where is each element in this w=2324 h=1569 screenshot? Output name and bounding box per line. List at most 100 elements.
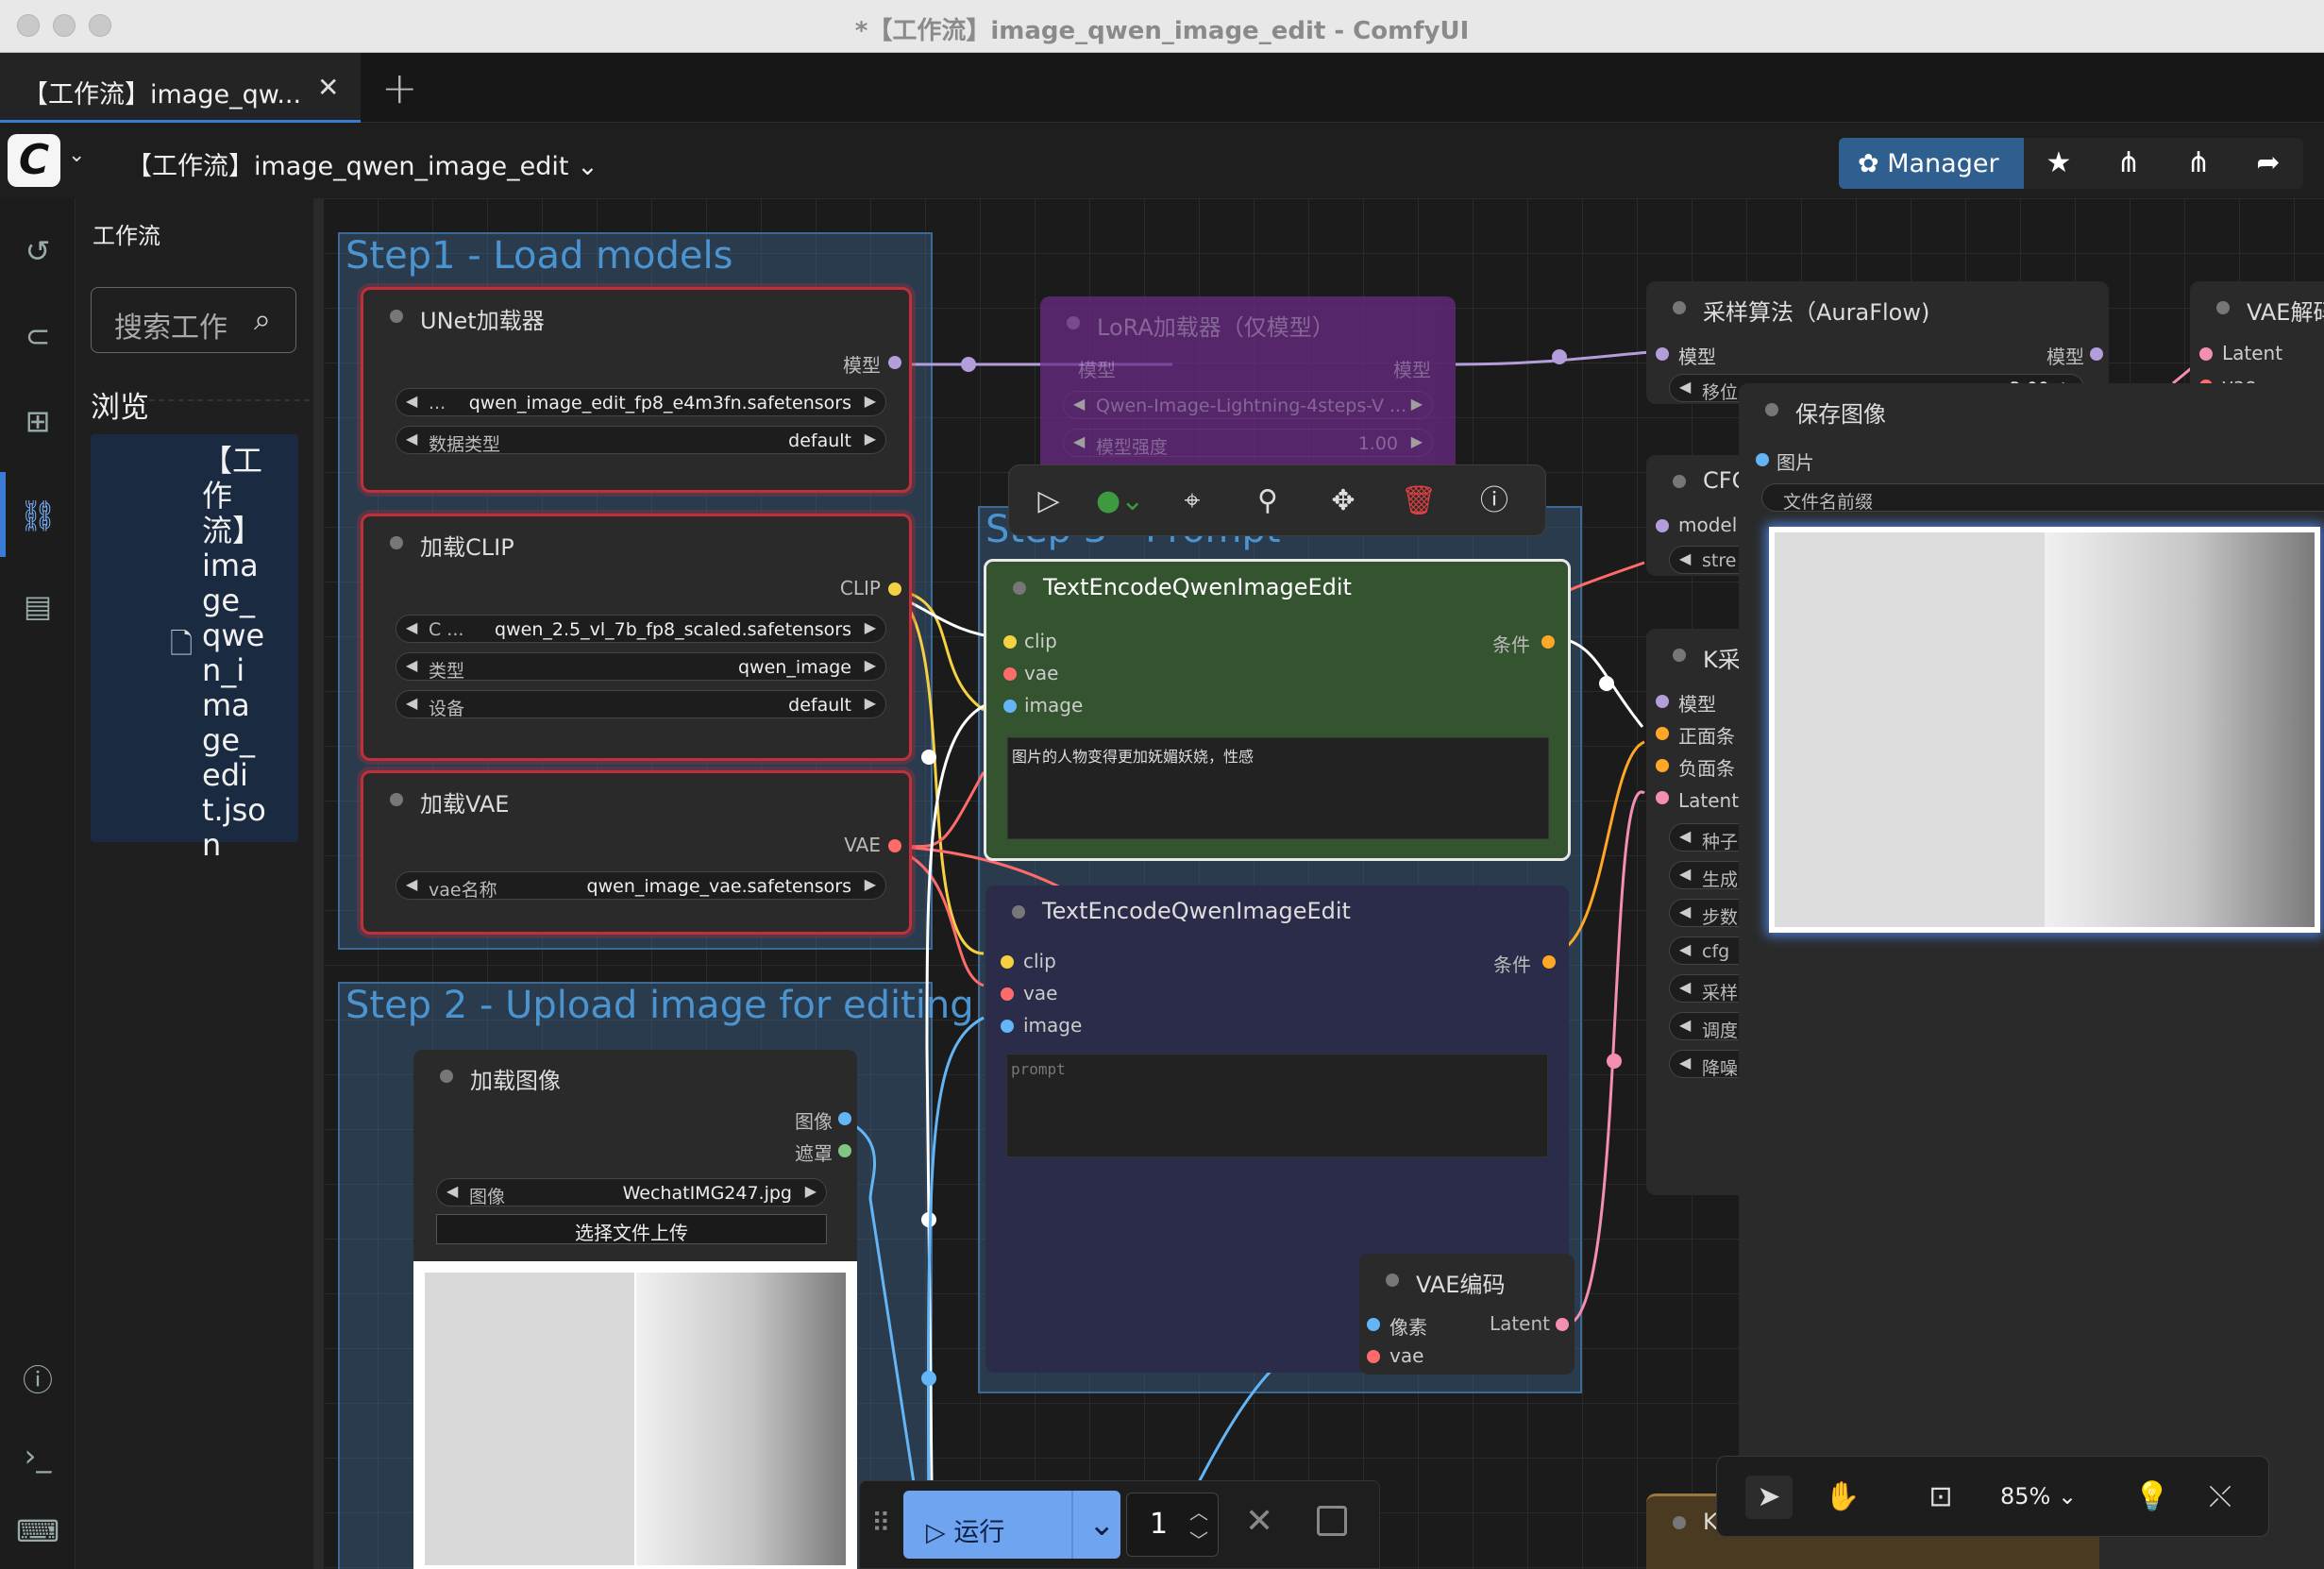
workflow-file-item[interactable]: 🗋 【工作流】image_qwen_image_edit.json <box>91 434 298 863</box>
node-load-image[interactable]: 加载图像 图像 遮罩 ◀ 图像 WechatIMG247.jpg ▶ 选择文件上传 <box>413 1050 857 1569</box>
image-input-port[interactable] <box>1003 700 1017 713</box>
cancel-icon[interactable]: ✕ <box>1245 1502 1273 1541</box>
latent-output-port[interactable] <box>1556 1318 1569 1331</box>
widget-name: 数据类型 <box>429 434 501 454</box>
node-canvas[interactable]: Step1 - Load models Step 2 - Upload imag… <box>323 198 2324 1569</box>
image-input-port[interactable] <box>1756 453 1769 466</box>
collapse-icon[interactable]: ✥ <box>1321 481 1366 522</box>
manager-button[interactable]: ✿ Manager <box>1839 138 2024 189</box>
toggle-links-icon[interactable]: ⤬ <box>2197 1476 2244 1519</box>
prompt-textarea[interactable]: 图片的人物变得更加妩媚妖娆，性感 <box>1007 737 1549 839</box>
negative-input-port[interactable] <box>1656 759 1669 772</box>
fit-view-icon[interactable]: ⊡ <box>1917 1476 1964 1519</box>
node-lora-loader[interactable]: LoRA加载器（仅模型） 模型 模型 ◀ Qwen-Image-Lightning… <box>1040 296 1456 485</box>
workflow-search-input[interactable]: 搜索工作 ⌕ <box>91 287 296 353</box>
node-save-image[interactable]: 保存图像 图片 文件名前缀 <box>1739 383 2324 1569</box>
image-output-port[interactable] <box>838 1112 851 1125</box>
chevron-down-icon[interactable]: ⌄ <box>68 143 85 167</box>
vae-input-port[interactable] <box>1367 1350 1380 1363</box>
positive-input-port[interactable] <box>1656 727 1669 740</box>
model-input-port[interactable] <box>1656 347 1669 361</box>
node-library-icon[interactable]: ⊞ <box>0 393 76 449</box>
output-label: 模型 <box>2046 346 2084 368</box>
workflows-icon[interactable]: ⛓ <box>0 487 76 544</box>
run-button[interactable]: ▷ 运行 ⌄ <box>903 1491 1120 1559</box>
batch-count-input[interactable]: 1 ︿ ﹀ <box>1126 1493 1219 1557</box>
stop-icon[interactable] <box>1317 1506 1347 1536</box>
workflow-name-menu[interactable]: 【工作流】image_qwen_image_edit ⌄ <box>126 145 598 182</box>
latent-input-port[interactable] <box>2199 347 2213 361</box>
vae-input-port[interactable] <box>1001 987 1014 1001</box>
increment-icon[interactable]: ︿ <box>1189 1497 1208 1525</box>
color-picker-icon[interactable]: ●⌄ <box>1096 481 1144 522</box>
bypass-icon[interactable]: ⌖ <box>1170 481 1215 522</box>
upload-button[interactable]: 选择文件上传 <box>436 1214 827 1244</box>
select-tool-icon[interactable]: ➤ <box>1745 1476 1793 1519</box>
close-icon[interactable]: ✕ <box>317 72 339 103</box>
mask-output-port[interactable] <box>838 1144 851 1157</box>
model-input-port[interactable] <box>1656 695 1669 708</box>
output-port[interactable] <box>1542 955 1556 969</box>
weight-dtype-widget[interactable]: ◀ 数据类型 default ▶ <box>396 426 886 454</box>
keyboard-icon[interactable]: ⌨ <box>0 1503 76 1560</box>
node-clip-loader[interactable]: 加载CLIP CLIP ◀ C ... qwen_2.5_vl_7b_fp8_sca… <box>361 514 912 761</box>
unet-name-widget[interactable]: ◀... qwen_image_edit_fp8_e4m3fn.safetenso… <box>396 388 886 416</box>
output-port[interactable] <box>1541 635 1555 649</box>
zoom-level-dropdown[interactable]: 85% ⌄ <box>2000 1483 2077 1510</box>
pin-icon[interactable]: ⚲ <box>1245 481 1290 522</box>
hand-tool-icon[interactable]: ✋ <box>1819 1476 1866 1519</box>
model-library-icon[interactable]: ⊂ <box>0 308 76 364</box>
clip-type-widget[interactable]: ◀ 类型 qwen_image ▶ <box>396 652 886 681</box>
comfyui-logo[interactable]: C <box>8 134 60 187</box>
play-icon[interactable]: ▷ <box>1026 481 1071 522</box>
clip-name-widget[interactable]: ◀ C ... qwen_2.5_vl_7b_fp8_scaled.safetens… <box>396 615 886 643</box>
widget-value: WechatIMG247.jpg <box>622 1183 792 1204</box>
image-select-widget[interactable]: ◀ 图像 WechatIMG247.jpg ▶ <box>436 1178 827 1206</box>
history-icon[interactable]: ⋔ <box>2164 138 2233 189</box>
output-port[interactable] <box>888 356 901 369</box>
vae-name-widget[interactable]: ◀ vae名称 qwen_image_vae.safetensors ▶ <box>396 871 886 900</box>
node-unet-loader[interactable]: UNet加载器 模型 ◀... qwen_image_edit_fp8_e4m3f… <box>361 287 912 493</box>
node-vae-decode[interactable]: VAE解码 Latent vae <box>2190 281 2324 396</box>
output-port[interactable] <box>888 582 901 596</box>
decrement-icon[interactable]: ﹀ <box>1189 1526 1208 1553</box>
pixels-input-port[interactable] <box>1367 1318 1380 1331</box>
output-port[interactable] <box>888 839 901 852</box>
model-input-port[interactable] <box>1656 519 1669 532</box>
star-icon[interactable]: ★ <box>2024 138 2094 189</box>
node-vae-loader[interactable]: 加载VAE VAE ◀ vae名称 qwen_image_vae.safetenso… <box>361 770 912 935</box>
output-label: Latent <box>1489 1312 1550 1335</box>
latent-input-port[interactable] <box>1656 791 1669 804</box>
comfyui-window: *【工作流】image_qwen_image_edit - ComfyUI 【工… <box>0 0 2324 1569</box>
widget-value: qwen_2.5_vl_7b_fp8_scaled.safetensors <box>495 619 851 640</box>
filename-prefix-widget[interactable]: 文件名前缀 <box>1761 483 2324 512</box>
vae-input-port[interactable] <box>1003 667 1017 681</box>
clip-input-port[interactable] <box>1003 635 1017 649</box>
help-icon[interactable]: ⓘ <box>0 1352 76 1409</box>
image-input-port[interactable] <box>1001 1020 1014 1033</box>
share-icon[interactable]: ➦ <box>2233 138 2303 189</box>
help-icon[interactable]: ⓘ <box>1472 481 1517 522</box>
templates-icon[interactable]: ▤ <box>0 578 76 634</box>
widget-value: Qwen-Image-Lightning-4steps-V ... <box>1096 396 1407 416</box>
output-image-preview[interactable] <box>1769 527 2320 933</box>
plus-icon[interactable]: + <box>381 62 418 113</box>
lora-name-widget[interactable]: ◀ Qwen-Image-Lightning-4steps-V ... ▶ <box>1063 391 1433 419</box>
panel-splitter[interactable] <box>313 198 323 1569</box>
queue-icon[interactable]: ⋔ <box>2094 138 2164 189</box>
input-label: 正面条 <box>1678 725 1735 748</box>
output-port[interactable] <box>2090 347 2103 361</box>
delete-icon[interactable]: 🗑 <box>1396 481 1441 522</box>
node-text-encode-positive[interactable]: TextEncodeQwenImageEdit clip vae image 条… <box>984 559 1571 861</box>
history-icon[interactable]: ↺ <box>0 223 76 279</box>
device-widget[interactable]: ◀ 设备 default ▶ <box>396 690 886 718</box>
node-vae-encode[interactable]: VAE编码 像素 vae Latent <box>1359 1254 1575 1375</box>
workflow-tab[interactable]: 【工作流】image_qw... ✕ <box>0 53 361 123</box>
terminal-icon[interactable]: ›_ <box>0 1427 76 1484</box>
lightbulb-icon[interactable]: 💡 <box>2129 1476 2176 1519</box>
chevron-down-icon[interactable]: ⌄ <box>1088 1506 1116 1544</box>
drag-handle-icon[interactable]: ⠿ <box>871 1508 891 1539</box>
prompt-textarea[interactable]: prompt <box>1006 1054 1548 1157</box>
lora-strength-widget[interactable]: ◀ 模型强度 1.00 ▶ <box>1063 429 1433 457</box>
clip-input-port[interactable] <box>1001 955 1014 969</box>
